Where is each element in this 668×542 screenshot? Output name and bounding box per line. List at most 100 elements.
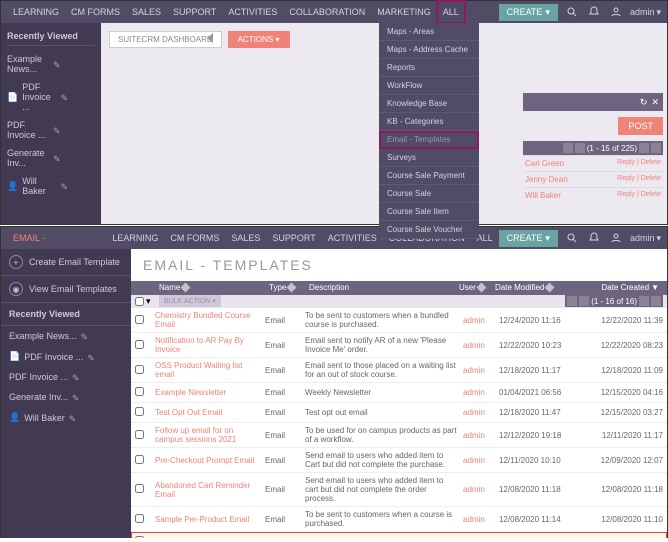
pencil-icon[interactable]: ✎ xyxy=(72,373,80,381)
template-user-link[interactable]: admin xyxy=(463,366,499,375)
recent-item[interactable]: 👤Will Baker✎ xyxy=(7,172,95,200)
row-checkbox[interactable] xyxy=(135,484,144,493)
dd-course-pay[interactable]: Course Sale Payment xyxy=(379,167,479,185)
pencil-icon[interactable]: ✎ xyxy=(87,353,95,361)
pager-next-icon[interactable] xyxy=(639,296,649,306)
nav-email-templates[interactable]: EMAIL - TEMPLATES xyxy=(7,227,106,249)
row-checkbox[interactable] xyxy=(135,340,144,349)
recent-item[interactable]: Generate Inv...✎ xyxy=(1,387,131,407)
template-name-link[interactable]: Follow up email for on campus sessions 2… xyxy=(155,426,265,444)
col-date-modified[interactable]: Date Modified xyxy=(491,283,573,292)
recent-item[interactable]: Example News...✎ xyxy=(7,50,95,78)
template-user-link[interactable]: admin xyxy=(463,388,499,397)
dd-course-sale[interactable]: Course Sale xyxy=(379,185,479,203)
nav-cmforms[interactable]: CM FORMS xyxy=(65,1,126,23)
delete-link[interactable]: Delete xyxy=(641,191,661,198)
reply-link[interactable]: Reply xyxy=(617,159,635,166)
create-button[interactable]: CREATE▾ xyxy=(499,230,558,247)
user-icon[interactable] xyxy=(608,4,624,20)
nav-support[interactable]: SUPPORT xyxy=(167,1,222,23)
template-name-link[interactable]: Example Newsletter xyxy=(155,388,265,397)
search-icon[interactable] xyxy=(564,4,580,20)
chevron-down-icon[interactable]: ▾ xyxy=(146,296,151,307)
template-user-link[interactable]: admin xyxy=(463,456,499,465)
admin-link[interactable]: admin▾ xyxy=(630,7,661,18)
template-name-link[interactable]: Chemistry Bundled Course Email xyxy=(155,311,265,329)
reply-link[interactable]: Reply xyxy=(617,175,635,182)
row-checkbox[interactable] xyxy=(135,430,144,439)
delete-link[interactable]: Delete xyxy=(641,175,661,182)
template-name-link[interactable]: OSS Product Waiting list email xyxy=(155,361,265,379)
refresh-icon[interactable]: ↻ xyxy=(640,97,648,108)
recent-item[interactable]: PDF Invoice ...✎ xyxy=(7,116,95,144)
col-date-created[interactable]: Date Created ▼ xyxy=(573,283,663,292)
row-checkbox[interactable] xyxy=(135,315,144,324)
pager-prev-icon[interactable] xyxy=(575,143,585,153)
nav-marketing[interactable]: MARKETING xyxy=(371,1,437,23)
delete-link[interactable]: Delete xyxy=(641,159,661,166)
bell-icon[interactable] xyxy=(586,230,602,246)
recent-item[interactable]: 📄PDF Invoice ...✎ xyxy=(7,78,95,116)
template-name-link[interactable]: Sample Per-Product Email xyxy=(155,515,265,524)
nav-activities[interactable]: ACTIVITIES xyxy=(222,1,283,23)
row-checkbox[interactable] xyxy=(135,536,144,538)
sidebar-collapse-icon[interactable] xyxy=(207,33,213,43)
nav-collab[interactable]: COLLABORATION xyxy=(283,1,371,23)
pencil-icon[interactable]: ✎ xyxy=(61,93,95,101)
pager-next-icon[interactable] xyxy=(639,143,649,153)
template-user-link[interactable]: admin xyxy=(463,408,499,417)
nav-learning[interactable]: LEARNING xyxy=(7,1,65,23)
template-user-link[interactable]: admin xyxy=(463,431,499,440)
row-checkbox[interactable] xyxy=(135,407,144,416)
template-user-link[interactable]: admin xyxy=(463,515,499,524)
admin-link[interactable]: admin▾ xyxy=(630,233,661,244)
pencil-icon[interactable]: ✎ xyxy=(53,60,95,68)
close-icon[interactable]: ✕ xyxy=(651,97,659,108)
template-name-link[interactable]: Abandoned Cart Reminder Email xyxy=(155,481,265,499)
dd-surveys[interactable]: Surveys xyxy=(379,149,479,167)
pager-last-icon[interactable] xyxy=(651,143,661,153)
row-checkbox[interactable] xyxy=(135,514,144,523)
template-user-link[interactable]: admin xyxy=(463,485,499,494)
dd-course-voucher[interactable]: Course Sale Voucher xyxy=(379,221,479,239)
recent-item[interactable]: PDF Invoice ...✎ xyxy=(1,367,131,387)
col-type[interactable]: Type xyxy=(265,283,305,292)
pager-first-icon[interactable] xyxy=(563,143,573,153)
pencil-icon[interactable]: ✎ xyxy=(53,154,95,162)
nav-activities[interactable]: ACTIVITIES xyxy=(322,227,383,249)
actions-button[interactable]: ACTIONS ▾ xyxy=(228,31,290,48)
pencil-icon[interactable]: ✎ xyxy=(81,332,89,340)
pager-prev-icon[interactable] xyxy=(579,296,589,306)
activity-user-link[interactable]: Carl Green xyxy=(525,159,564,168)
template-user-link[interactable]: admin xyxy=(463,341,499,350)
dd-kb-cat[interactable]: KB - Categories xyxy=(379,113,479,131)
pencil-icon[interactable]: ✎ xyxy=(61,182,95,190)
user-icon[interactable] xyxy=(608,230,624,246)
row-checkbox[interactable] xyxy=(135,455,144,464)
pencil-icon[interactable]: ✎ xyxy=(53,126,95,134)
create-button[interactable]: CREATE▾ xyxy=(499,4,558,21)
template-user-link[interactable]: admin xyxy=(463,316,499,325)
pager-first-icon[interactable] xyxy=(567,296,577,306)
nav-cmforms[interactable]: CM FORMS xyxy=(164,227,225,249)
recent-item[interactable]: 👤 Will Baker✎ xyxy=(1,407,131,428)
col-user[interactable]: User xyxy=(455,283,491,292)
pencil-icon[interactable]: ✎ xyxy=(72,393,80,401)
bulk-action-button[interactable]: BULK ACTION ▾ xyxy=(159,295,221,307)
pencil-icon[interactable]: ✎ xyxy=(69,414,77,422)
nav-support[interactable]: SUPPORT xyxy=(266,227,321,249)
select-all-checkbox[interactable] xyxy=(135,297,144,306)
dd-email-templates[interactable]: Email - Templates xyxy=(379,131,479,149)
template-name-link[interactable]: PDF Invoice Email Template xyxy=(155,537,265,538)
activity-user-link[interactable]: Will Baker xyxy=(525,191,561,200)
create-email-template-link[interactable]: +Create Email Template xyxy=(1,249,131,276)
reply-link[interactable]: Reply xyxy=(617,191,635,198)
nav-all[interactable]: ALL xyxy=(437,1,465,23)
template-name-link[interactable]: Test Opt Out Email xyxy=(155,408,265,417)
activity-user-link[interactable]: Jenny Dean xyxy=(525,175,568,184)
dd-course-item[interactable]: Course Sale Item xyxy=(379,203,479,221)
template-name-link[interactable]: Pre-Checkout Prompt Email xyxy=(155,456,265,465)
nav-sales[interactable]: SALES xyxy=(126,1,167,23)
template-user-link[interactable]: admin xyxy=(463,537,499,538)
recent-item[interactable]: Example News...✎ xyxy=(1,326,131,346)
